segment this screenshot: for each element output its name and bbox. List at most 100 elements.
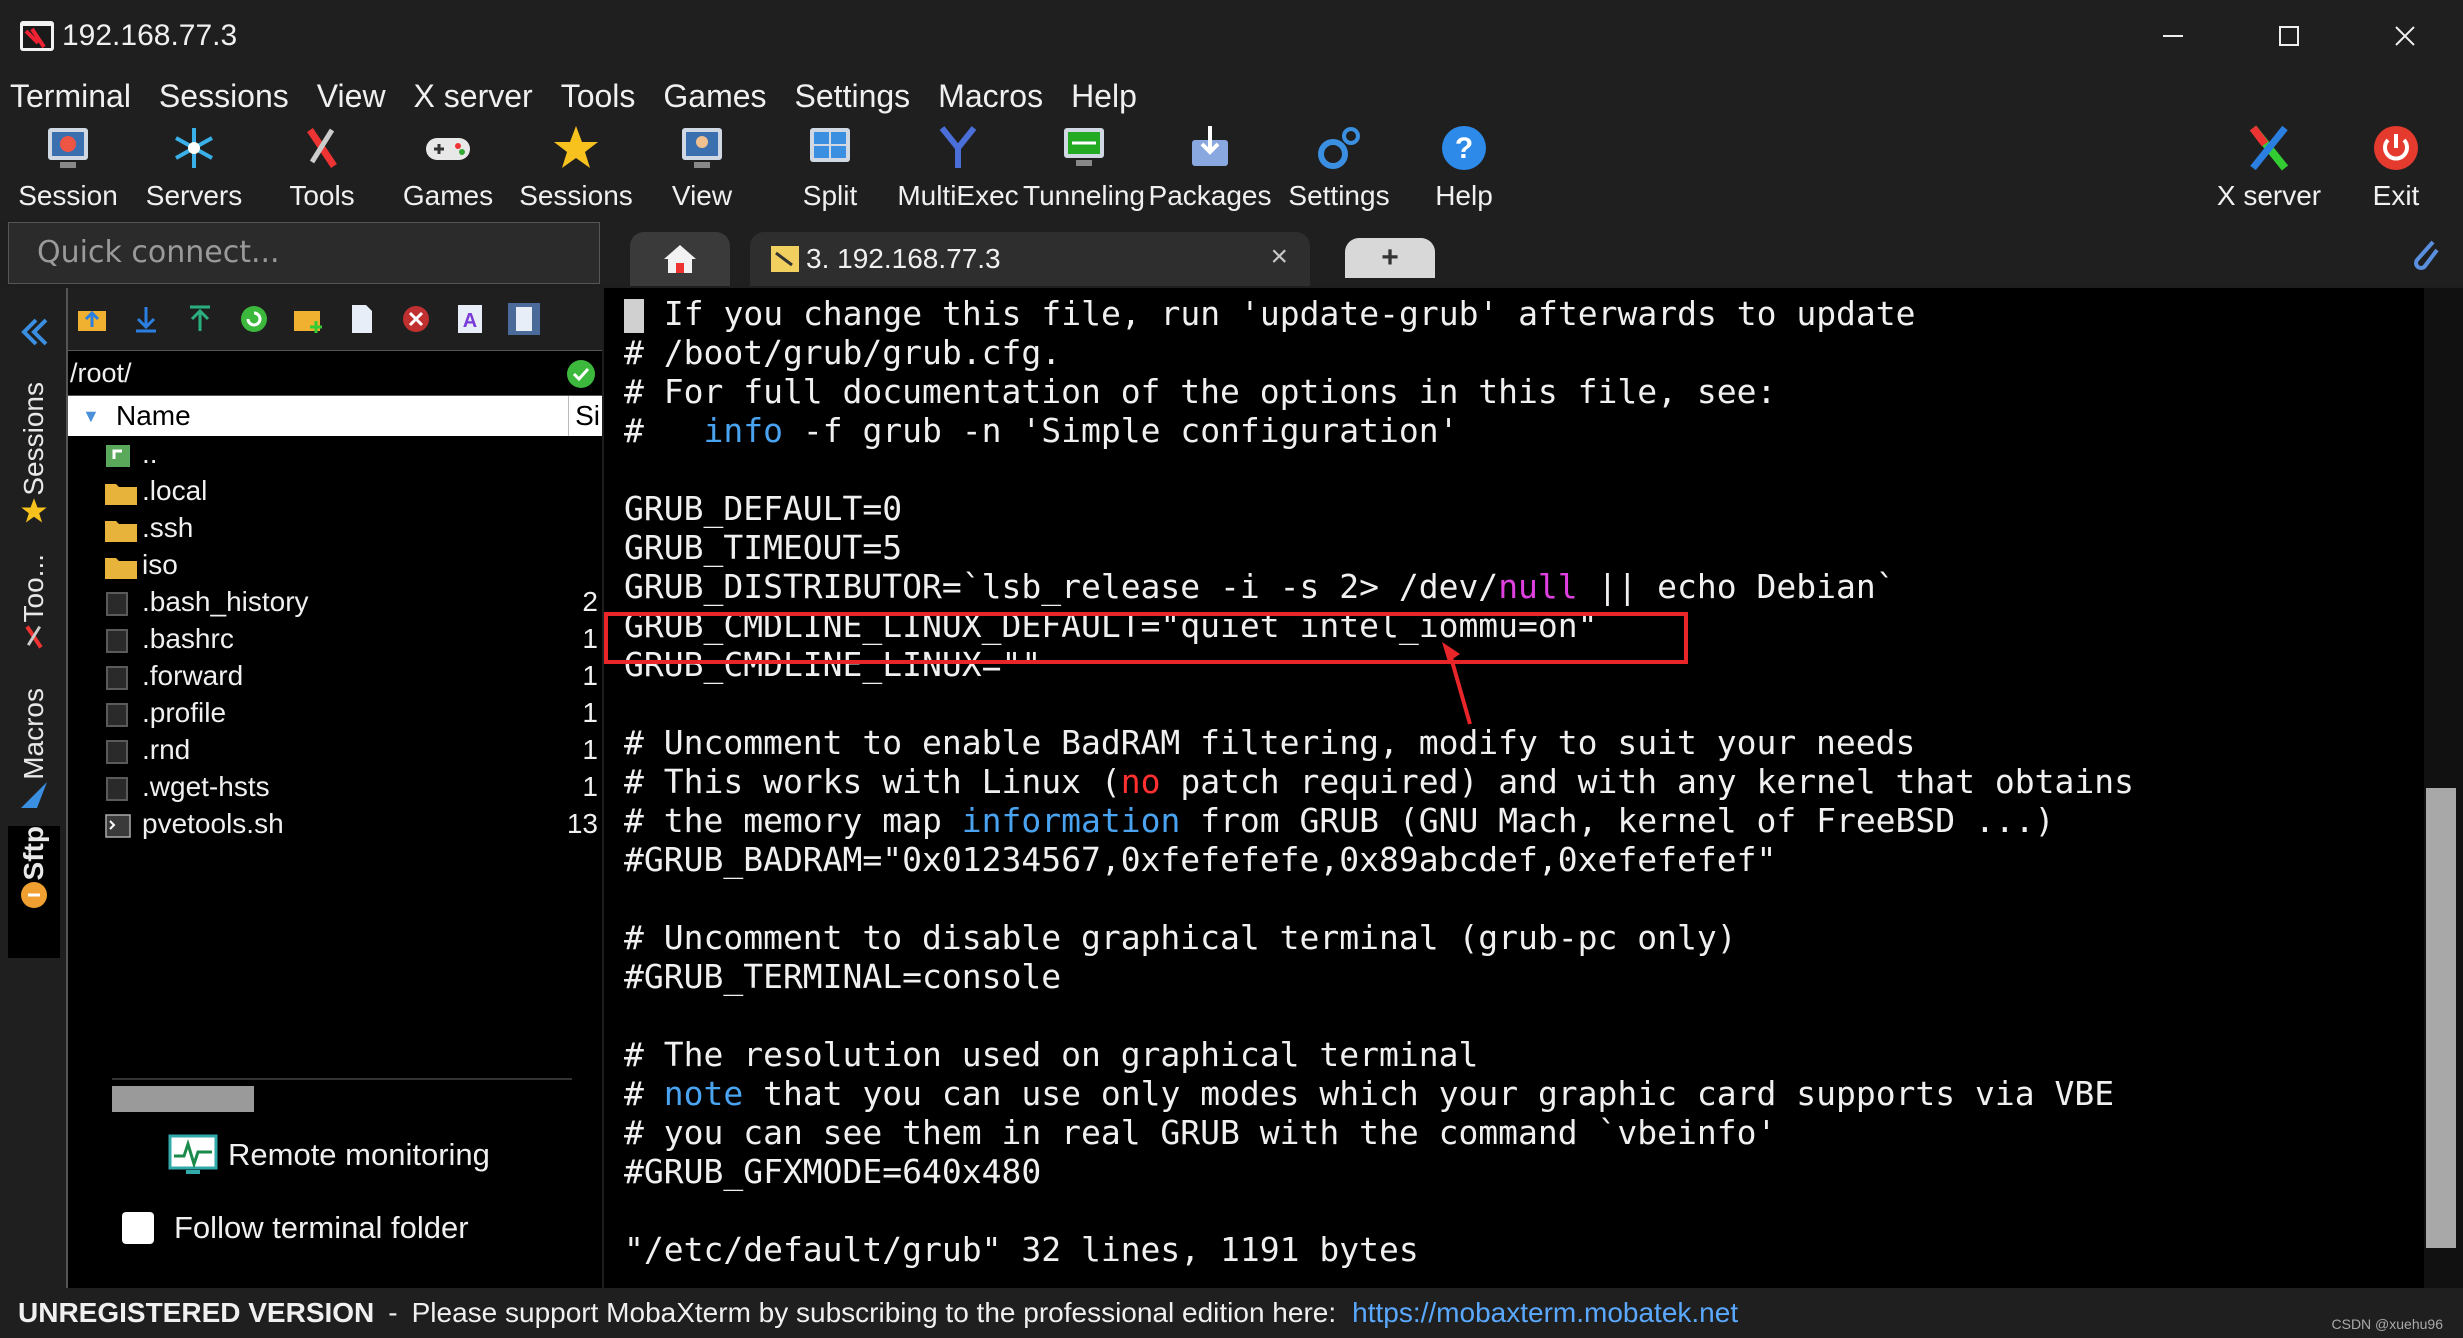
toolbar-packages-button[interactable]: Packages [1149,120,1271,220]
remote-monitoring-button[interactable]: Remote monitoring [168,1134,490,1176]
terminal-line: GRUB_DEFAULT=0 [624,489,2134,528]
toolbar-settings-button[interactable]: Settings [1284,120,1394,220]
sort-descending-icon[interactable]: ▼ [82,396,100,436]
toolbar-help-button[interactable]: ? Help [1414,120,1514,220]
maximize-button[interactable] [2231,0,2347,72]
refresh-icon[interactable] [238,303,270,335]
new-folder-icon[interactable] [292,303,324,335]
file-row[interactable]: .bashrc 1 [68,621,602,658]
follow-terminal-folder-toggle[interactable]: Follow terminal folder [122,1210,469,1246]
file-icon [106,592,128,616]
annotation-arrow-icon [1442,642,1472,725]
rename-icon[interactable]: A [454,303,486,335]
window-title: 192.168.77.3 [62,19,238,52]
tools-icon [25,625,43,649]
toolbar-split-button[interactable]: Split [780,120,880,220]
minimize-button[interactable] [2115,0,2231,72]
collapse-sidebar-icon[interactable] [14,312,54,352]
session-tab[interactable]: 3. 192.168.77.3 × [750,232,1310,286]
parent-directory-icon[interactable] [76,303,108,335]
mobaxterm-link[interactable]: https://mobaxterm.mobatek.net [1352,1297,1738,1329]
toolbar-servers-button[interactable]: Servers [144,120,244,220]
new-tab-button[interactable]: + [1345,238,1435,278]
sftp-path-bar[interactable]: /root/ [68,350,602,396]
file-size: 13 [566,808,598,839]
file-name: iso [142,549,178,580]
tools-side-tab[interactable]: Too... [8,554,60,676]
toolbar-exit-button[interactable]: Exit [2350,120,2442,220]
terminal-view[interactable]: If you change this file, run 'update-gru… [604,288,2424,1288]
sftp-side-tab[interactable]: Sftp [8,826,60,958]
terminal-line: # note that you can use only modes which… [624,1074,2134,1113]
follow-terminal-folder-checkbox[interactable] [122,1212,154,1244]
checkmark-icon [567,360,595,388]
menu-view[interactable]: View [307,78,404,115]
terminal-line: GRUB_DISTRIBUTOR=`lsb_release -i -s 2> /… [624,567,2134,606]
file-name: .profile [142,697,227,728]
mobaxterm-app-icon [20,21,54,51]
file-row[interactable]: .bash_history 2 [68,584,602,621]
terminal-text-segment: # For full documentation of the options … [624,372,1777,411]
folder-icon [105,484,137,505]
toolbar-tools-button[interactable]: Tools [272,120,372,220]
terminal-scrollbar[interactable] [2424,288,2463,1288]
menu-help[interactable]: Help [1061,78,1155,115]
toolbar-tunneling-button[interactable]: Tunneling [1023,120,1145,220]
terminal-text-segment: "/etc/default/grub" 32 lines, 1191 bytes [624,1230,1419,1269]
terminal-text-segment: info [703,411,783,450]
toolbar-view-button[interactable]: View [652,120,752,220]
delete-icon[interactable] [400,303,432,335]
terminal-text-segment: GRUB_DEFAULT=0 [624,489,903,528]
file-row[interactable]: .rnd 1 [68,732,602,769]
terminal-scrollbar-thumb[interactable] [2426,788,2456,1248]
horizontal-scrollbar[interactable] [112,1086,254,1112]
terminal-line: # Uncomment to disable graphical termina… [624,918,2134,957]
toolbar-x-server-button[interactable]: X server [2214,120,2324,220]
file-row[interactable]: pvetools.sh 13 [68,806,602,843]
terminal-text-segment: # Uncomment to enable BadRAM filtering, … [624,723,1916,762]
paperclip-icon[interactable] [2407,234,2443,274]
file-row[interactable]: .ssh [68,510,602,547]
quick-connect-input[interactable]: Quick connect... [8,222,600,284]
terminal-line: # Uncomment to enable BadRAM filtering, … [624,723,2134,762]
file-row[interactable]: .profile 1 [68,695,602,732]
name-column-header[interactable]: Name [116,396,191,436]
file-row[interactable]: iso [68,547,602,584]
menu-tools[interactable]: Tools [551,78,654,115]
home-tab[interactable] [630,232,730,286]
menu-terminal[interactable]: Terminal [0,78,149,115]
view-mode-icon[interactable] [508,303,540,335]
menu-settings[interactable]: Settings [785,78,929,115]
terminal-line: #GRUB_TERMINAL=console [624,957,2134,996]
file-row[interactable]: .wget-hsts 1 [68,769,602,806]
sessions-side-tab[interactable]: Sessions [8,382,60,542]
file-row[interactable]: .forward 1 [68,658,602,695]
close-icon [2395,26,2415,46]
menu-macros[interactable]: Macros [928,78,1061,115]
toolbar-games-button[interactable]: Games [398,120,498,220]
file-name: .ssh [142,512,194,543]
terminal-text-segment: #GRUB_TERMINAL=console [624,957,1062,996]
close-tab-icon[interactable]: × [1270,240,1288,274]
upload-icon[interactable] [184,303,216,335]
menu-games[interactable]: Games [653,78,784,115]
file-icon [106,629,128,653]
file-row[interactable]: .. [68,436,602,473]
toolbar-session-button[interactable]: Session [18,120,118,220]
menu-x-server[interactable]: X server [404,78,551,115]
file-size: 1 [582,771,598,802]
new-file-icon[interactable] [346,303,378,335]
menu-sessions[interactable]: Sessions [149,78,307,115]
terminal-line: # The resolution used on graphical termi… [624,1035,2134,1074]
toolbar-multiexec-button[interactable]: MultiExec [896,120,1020,220]
file-row[interactable]: .local [68,473,602,510]
close-window-button[interactable] [2347,0,2463,72]
terminal-text-segment: # Uncomment to disable graphical termina… [624,918,1737,957]
download-icon[interactable] [130,303,162,335]
size-column-header[interactable]: Si [568,396,600,436]
star-icon [21,497,47,523]
macros-side-tab[interactable]: Macros [8,688,60,816]
file-size: 1 [582,734,598,765]
toolbar-sessions-button[interactable]: Sessions [519,120,633,220]
